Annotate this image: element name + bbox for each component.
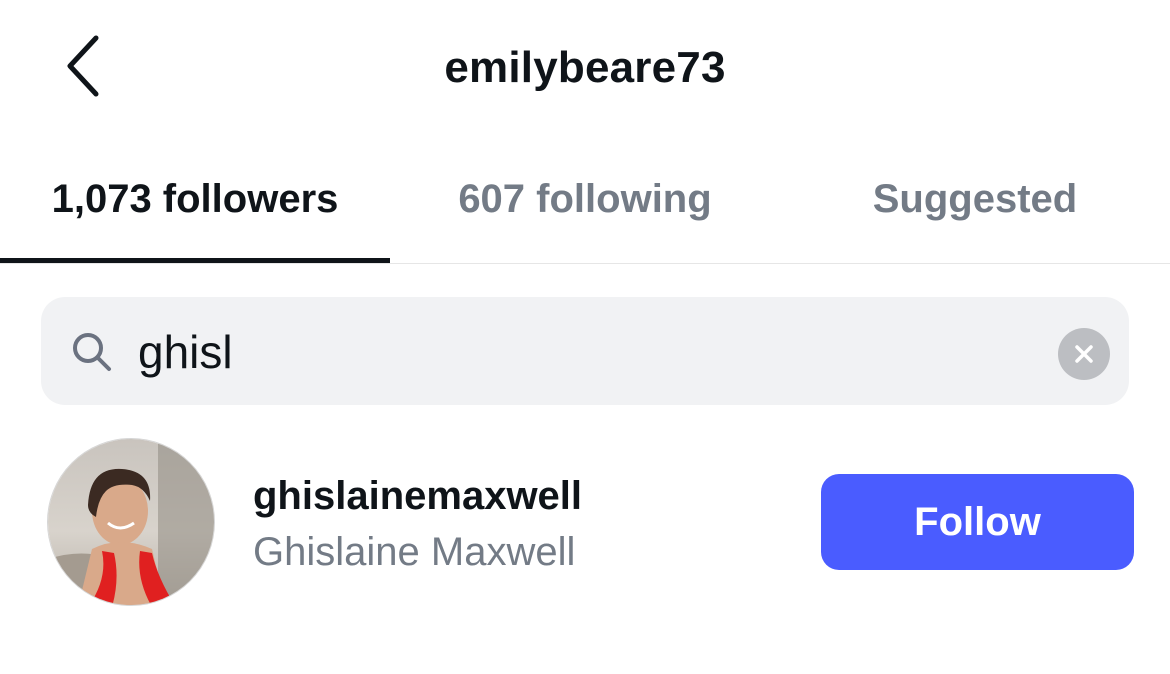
active-tab-indicator bbox=[0, 258, 390, 263]
result-username[interactable]: ghislainemaxwell bbox=[253, 472, 582, 520]
search-icon bbox=[73, 333, 111, 371]
list-item[interactable]: ghislainemaxwell Ghislaine Maxwell Follo… bbox=[0, 428, 1170, 618]
tab-bar: 1,073 followers 607 following Suggested bbox=[0, 136, 1170, 264]
tab-followers[interactable]: 1,073 followers bbox=[0, 136, 390, 263]
tab-following[interactable]: 607 following bbox=[390, 136, 780, 263]
follow-button[interactable]: Follow bbox=[821, 474, 1134, 570]
page-title: emilybeare73 bbox=[444, 43, 726, 92]
clear-search-button[interactable] bbox=[1058, 328, 1110, 380]
tab-suggested[interactable]: Suggested bbox=[780, 136, 1170, 263]
header: emilybeare73 bbox=[0, 0, 1170, 136]
clear-icon bbox=[1075, 345, 1093, 363]
result-full-name: Ghislaine Maxwell bbox=[253, 530, 576, 574]
search-input[interactable] bbox=[138, 318, 1018, 386]
profile-photo bbox=[48, 439, 214, 605]
avatar[interactable] bbox=[47, 438, 215, 606]
